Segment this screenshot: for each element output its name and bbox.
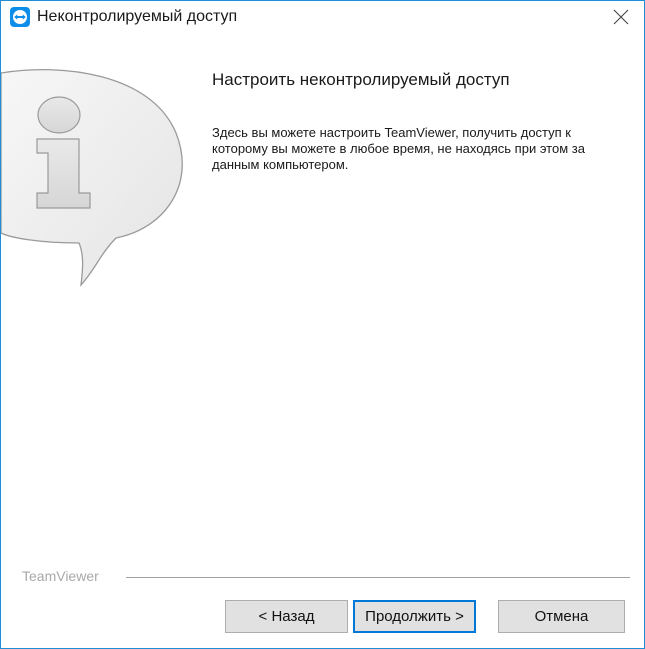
brand-divider: TeamViewer — [22, 568, 632, 586]
continue-button[interactable]: Продолжить > — [353, 600, 476, 633]
teamviewer-logo-icon — [10, 7, 30, 27]
divider-line — [126, 577, 630, 578]
page-heading: Настроить неконтролируемый доступ — [212, 70, 510, 89]
page-description: Здесь вы можете настроить TeamViewer, по… — [212, 125, 585, 172]
close-icon — [613, 9, 629, 25]
brand-label: TeamViewer — [22, 568, 105, 584]
title-bar: Неконтролируемый доступ — [1, 1, 644, 33]
back-button[interactable]: < Назад — [225, 600, 348, 633]
info-speech-bubble-icon — [1, 68, 183, 287]
setup-wizard-window: Неконтролируемый доступ Настроить неконт… — [0, 0, 645, 649]
cancel-button[interactable]: Отмена — [498, 600, 625, 633]
close-button[interactable] — [598, 1, 644, 33]
window-title: Неконтролируемый доступ — [37, 8, 238, 25]
